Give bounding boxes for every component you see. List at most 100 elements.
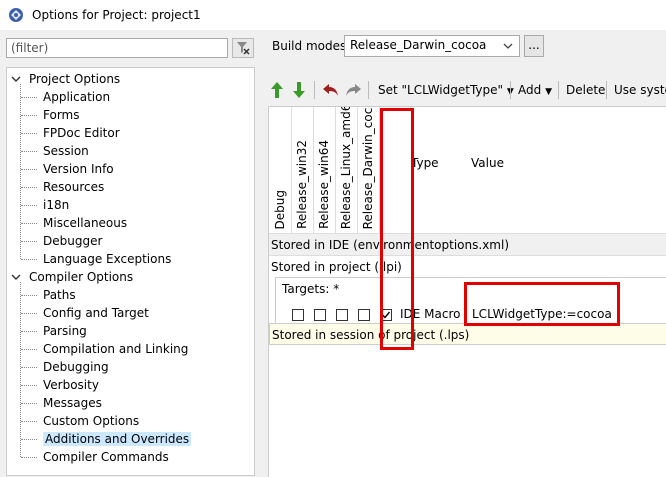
tree-item-label: i18n xyxy=(43,198,70,212)
stored-in-session-row: Stored in session of project (.lps) xyxy=(269,323,666,345)
stored-in-project-label: Stored in project (.lpi) xyxy=(271,260,402,274)
tree-guide-line xyxy=(21,187,37,188)
tree-guide-line xyxy=(21,115,37,116)
toolbar-separator xyxy=(558,81,559,99)
add-dropdown-icon: ▼ xyxy=(545,87,552,97)
type-header: Type xyxy=(411,156,439,170)
checkbox-release-darwin[interactable] xyxy=(380,309,392,321)
tree-expand-icon[interactable] xyxy=(11,272,21,282)
filter-input[interactable]: (filter) xyxy=(6,38,228,58)
add-label: Add xyxy=(518,83,542,97)
tree-item[interactable]: Project Options xyxy=(7,70,120,88)
window-title: Options for Project: project1 xyxy=(32,8,201,22)
value-header: Value xyxy=(471,156,504,170)
right-panel: Build modes Release_Darwin_cocoa ... Set… xyxy=(262,30,666,477)
toolbar-separator xyxy=(368,81,369,99)
tree-item-label: FPDoc Editor xyxy=(43,126,120,140)
tree-guide-line xyxy=(21,439,37,440)
stored-in-ide-label: Stored in IDE (environmentoptions.xml) xyxy=(271,238,510,252)
column-header-release-win32[interactable]: Release_win32 xyxy=(291,107,314,233)
tree-guide-line xyxy=(21,241,37,242)
tree-guide-line xyxy=(21,403,37,404)
targets-label: Targets: * xyxy=(282,282,340,296)
build-modes-select[interactable]: Release_Darwin_cocoa xyxy=(344,35,520,57)
checkbox-release-linux[interactable] xyxy=(358,309,370,321)
tree-item-label: Application xyxy=(43,90,111,104)
tree-guide-line xyxy=(21,169,37,170)
tree-item-label: Forms xyxy=(43,108,80,122)
tree-guide-line xyxy=(21,205,37,206)
tree-guide-line xyxy=(20,282,21,457)
tree-item-label: Compiler Commands xyxy=(43,450,169,464)
tree-item[interactable]: i18n xyxy=(7,196,69,214)
tree-guide-line xyxy=(21,313,37,314)
tree-item-label: Custom Options xyxy=(43,414,140,428)
column-header-release-darwin[interactable]: Release_Darwin_cocoa xyxy=(357,107,380,233)
tree-guide-line xyxy=(21,367,37,368)
use-system-button[interactable]: Use system xyxy=(614,77,666,103)
toolbar-separator xyxy=(314,81,315,99)
chevron-down-icon xyxy=(503,43,513,49)
move-down-icon[interactable] xyxy=(292,81,306,99)
tree-item[interactable]: Forms xyxy=(7,106,79,124)
tree-guide-line xyxy=(21,349,37,350)
tree-guide-line xyxy=(21,223,37,224)
add-button[interactable]: Add ▼ xyxy=(518,77,552,103)
left-panel: (filter) Project Options Application Forms… xyxy=(0,30,262,476)
tree-item-label: Compilation and Linking xyxy=(43,342,189,356)
tree-item-label: Version Info xyxy=(43,162,114,176)
stored-in-session-label: Stored in session of project (.lps) xyxy=(272,328,470,342)
tree-item[interactable]: Paths xyxy=(7,286,76,304)
options-tree[interactable]: Project Options Application Forms FPDoc Edi… xyxy=(6,67,255,476)
delete-label: Delete xyxy=(566,83,606,97)
build-mode-grid: Debug Release_win32 Release_win64 Releas… xyxy=(268,106,666,477)
checkbox-debug[interactable] xyxy=(292,309,304,321)
tree-item-label: Compiler Options xyxy=(29,270,134,284)
tree-item-label: Parsing xyxy=(43,324,87,338)
redo-icon[interactable] xyxy=(344,82,362,98)
filter-placeholder: (filter) xyxy=(11,41,49,55)
delete-button[interactable]: Delete xyxy=(566,77,605,103)
column-header-release-win64[interactable]: Release_win64 xyxy=(313,107,336,233)
column-header-release-linux[interactable]: Release_Linux_amd64 xyxy=(335,107,358,233)
tree-guide-line xyxy=(20,84,21,259)
clear-filter-button[interactable] xyxy=(232,38,254,58)
checkbox-release-win32[interactable] xyxy=(314,309,326,321)
column-label: Release_Darwin_cocoa xyxy=(361,106,375,229)
tree-guide-line xyxy=(21,331,37,332)
undo-icon[interactable] xyxy=(322,82,340,98)
tree-item-label: Miscellaneous xyxy=(43,216,128,230)
tree-expand-icon[interactable] xyxy=(11,74,21,84)
tree-item-label: Project Options xyxy=(29,72,121,86)
tree-item-label: Language Exceptions xyxy=(43,252,172,266)
column-label: Release_win64 xyxy=(317,140,331,229)
set-macro-button[interactable]: Set "LCLWidgetType" ▼ xyxy=(378,77,514,103)
tree-item-label: Debugging xyxy=(43,360,109,374)
tree-item[interactable]: Compiler Options xyxy=(7,268,133,286)
column-header-debug[interactable]: Debug xyxy=(269,107,292,233)
macro-type: IDE Macro xyxy=(400,307,461,321)
filter-clear-icon xyxy=(237,42,250,55)
build-modes-edit-button[interactable]: ... xyxy=(524,35,544,57)
checkbox-release-win64[interactable] xyxy=(336,309,348,321)
build-modes-label: Build modes xyxy=(272,39,347,53)
title-bar: Options for Project: project1 xyxy=(0,0,666,30)
lazarus-app-icon xyxy=(9,8,23,22)
tree-item-label: Paths xyxy=(43,288,76,302)
tree-item[interactable]: Parsing xyxy=(7,322,87,340)
macro-value[interactable]: LCLWidgetType:=cocoa xyxy=(472,304,612,324)
stored-in-ide-row: Stored in IDE (environmentoptions.xml) xyxy=(269,233,666,255)
column-label: Release_Linux_amd64 xyxy=(339,106,353,229)
tree-guide-line xyxy=(21,97,37,98)
move-up-icon[interactable] xyxy=(270,81,284,99)
build-modes-dots: ... xyxy=(528,38,540,52)
toolbar-separator xyxy=(606,81,607,99)
build-modes-value: Release_Darwin_cocoa xyxy=(350,38,487,52)
checkmark-icon xyxy=(382,311,391,319)
tree-item-label: Config and Target xyxy=(43,306,149,320)
tree-item-label: Verbosity xyxy=(43,378,99,392)
tree-guide-line xyxy=(21,295,37,296)
tree-guide-line xyxy=(21,457,37,458)
tree-item-label: Session xyxy=(43,144,89,158)
tree-guide-line xyxy=(21,385,37,386)
